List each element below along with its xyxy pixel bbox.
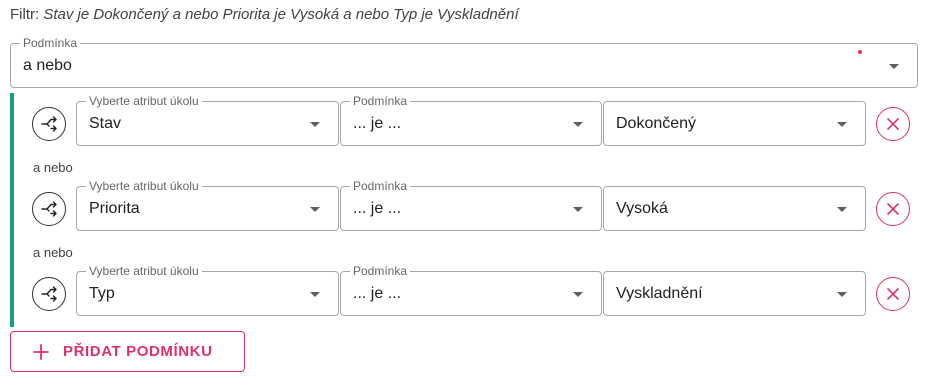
operator-legend: Podmínka <box>350 94 411 108</box>
value-select[interactable]: Vyskladnění <box>603 271 866 316</box>
condition-value: Vyskladnění <box>616 284 703 302</box>
attribute-legend: Vyberte atribut úkolu <box>86 179 202 193</box>
swap-icon[interactable] <box>32 192 66 226</box>
operator-value: ... je ... <box>353 114 402 132</box>
close-icon <box>887 203 899 215</box>
remove-condition-button[interactable] <box>876 192 910 226</box>
attribute-value: Typ <box>89 284 115 302</box>
remove-condition-button[interactable] <box>876 107 910 141</box>
group-operator-select[interactable]: Podmínka a nebo <box>10 36 918 88</box>
required-indicator <box>858 50 862 54</box>
chevron-down-icon <box>310 206 320 212</box>
attribute-select[interactable]: Vyberte atribut úkolu Typ <box>76 264 339 316</box>
close-icon <box>887 118 899 130</box>
conjunction-label: a nebo <box>33 160 73 175</box>
attribute-value: Priorita <box>89 199 140 217</box>
add-condition-button[interactable]: PŘIDAT PODMÍNKU <box>10 331 245 372</box>
filter-summary: Filtr: Stav je Dokončený a nebo Priorita… <box>10 6 519 23</box>
chevron-down-icon <box>837 291 847 297</box>
chevron-down-icon <box>573 291 583 297</box>
swap-icon[interactable] <box>32 277 66 311</box>
condition-value: Dokončený <box>616 114 697 132</box>
operator-select[interactable]: Podmínka ... je ... <box>340 264 602 316</box>
attribute-legend: Vyberte atribut úkolu <box>86 264 202 278</box>
chevron-down-icon <box>310 291 320 297</box>
attribute-select[interactable]: Vyberte atribut úkolu Stav <box>76 94 339 146</box>
attribute-value: Stav <box>89 114 122 132</box>
chevron-down-icon <box>837 206 847 212</box>
close-icon <box>887 288 899 300</box>
operator-select[interactable]: Podmínka ... je ... <box>340 94 602 146</box>
plus-icon <box>33 343 49 360</box>
condition-row: Vyberte atribut úkolu Priorita Podmínka … <box>0 179 930 232</box>
chevron-down-icon <box>889 63 899 69</box>
attribute-select[interactable]: Vyberte atribut úkolu Priorita <box>76 179 339 231</box>
operator-legend: Podmínka <box>350 179 411 193</box>
operator-legend: Podmínka <box>350 264 411 278</box>
operator-value: ... je ... <box>353 284 402 302</box>
chevron-down-icon <box>573 206 583 212</box>
chevron-down-icon <box>573 121 583 127</box>
operator-select[interactable]: Podmínka ... je ... <box>340 179 602 231</box>
add-condition-label: PŘIDAT PODMÍNKU <box>63 343 213 360</box>
value-select[interactable]: Dokončený <box>603 101 866 146</box>
group-operator-value: a nebo <box>23 56 72 74</box>
operator-value: ... je ... <box>353 199 402 217</box>
swap-icon[interactable] <box>32 107 66 141</box>
group-operator-legend: Podmínka <box>20 36 81 50</box>
chevron-down-icon <box>310 121 320 127</box>
condition-row: Vyberte atribut úkolu Typ Podmínka ... j… <box>0 264 930 317</box>
conjunction-label: a nebo <box>33 245 73 260</box>
condition-row: Vyberte atribut úkolu Stav Podmínka ... … <box>0 94 930 147</box>
condition-value: Vysoká <box>616 199 668 217</box>
value-select[interactable]: Vysoká <box>603 186 866 231</box>
chevron-down-icon <box>837 121 847 127</box>
attribute-legend: Vyberte atribut úkolu <box>86 94 202 108</box>
filter-prefix: Filtr: <box>10 6 40 23</box>
filter-expression: Stav je Dokončený a nebo Priorita je Vys… <box>43 6 519 23</box>
remove-condition-button[interactable] <box>876 277 910 311</box>
